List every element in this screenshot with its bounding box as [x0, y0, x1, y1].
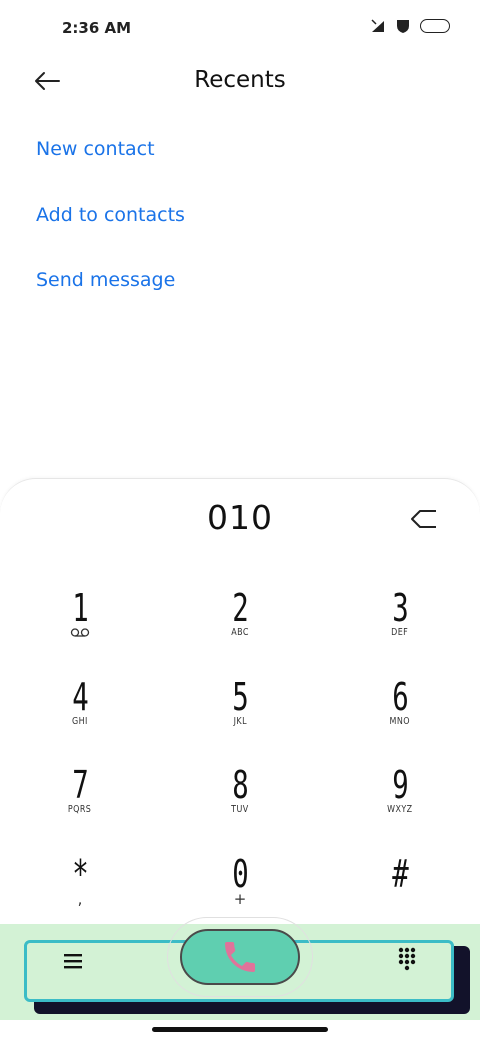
key-letters: DEF: [391, 627, 409, 638]
key-letters: PQRS: [68, 804, 92, 815]
status-icons: [370, 18, 450, 34]
key-digit: 4: [71, 675, 89, 719]
key-digit: 5: [231, 675, 249, 719]
home-indicator[interactable]: [152, 1027, 328, 1032]
key-6[interactable]: 6 MNO: [340, 677, 460, 757]
key-2[interactable]: 2 ABC: [180, 588, 300, 668]
new-contact-link[interactable]: New contact: [36, 138, 155, 160]
key-3[interactable]: 3 DEF: [340, 588, 460, 668]
key-letters: WXYZ: [387, 804, 413, 815]
key-digit: 0: [231, 852, 249, 896]
dialpad-toggle-button[interactable]: [392, 944, 422, 976]
key-star[interactable]: * ,: [20, 854, 140, 934]
key-digit: 3: [391, 586, 409, 630]
key-digit: *: [71, 852, 89, 896]
key-letters: MNO: [389, 716, 411, 727]
key-digit: 2: [231, 586, 249, 630]
key-8[interactable]: 8 TUV: [180, 765, 300, 845]
key-hash[interactable]: #: [340, 854, 460, 934]
status-time: 2:36 AM: [62, 19, 132, 37]
status-bar: 2:36 AM: [0, 0, 480, 56]
key-1[interactable]: 1: [20, 588, 140, 668]
key-4[interactable]: 4 GHI: [20, 677, 140, 757]
delete-button[interactable]: [404, 503, 444, 535]
key-letters: ABC: [231, 627, 249, 638]
header: Recents: [0, 56, 480, 110]
key-letters: TUV: [231, 804, 249, 815]
key-digit: 6: [391, 675, 409, 719]
battery-icon: [420, 19, 450, 33]
menu-button[interactable]: [58, 946, 88, 976]
key-letters: GHI: [72, 716, 88, 727]
shield-icon: [397, 20, 409, 33]
send-message-link[interactable]: Send message: [36, 269, 175, 291]
call-button[interactable]: [180, 929, 300, 985]
key-5[interactable]: 5 JKL: [180, 677, 300, 757]
key-digit: 1: [71, 586, 89, 630]
add-to-contacts-link[interactable]: Add to contacts: [36, 204, 185, 226]
key-digit: 8: [231, 763, 249, 807]
key-7[interactable]: 7 PQRS: [20, 765, 140, 845]
key-digit: 7: [71, 763, 89, 807]
signal-icon: [371, 19, 384, 32]
dialpad-icon: [398, 947, 416, 971]
key-digit: #: [391, 852, 409, 896]
menu-icon: [64, 954, 82, 969]
backspace-icon: [411, 510, 436, 528]
phone-icon: [225, 942, 255, 972]
key-9[interactable]: 9 WXYZ: [340, 765, 460, 845]
key-digit: 9: [391, 763, 409, 807]
key-letters: JKL: [233, 716, 247, 727]
page-title: Recents: [194, 67, 286, 93]
